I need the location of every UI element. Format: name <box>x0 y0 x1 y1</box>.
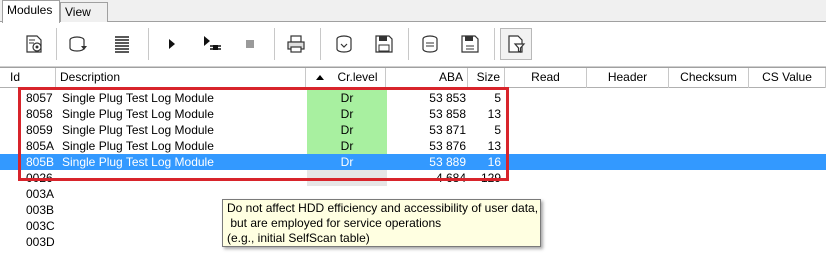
print-icon <box>287 35 305 53</box>
row-aba: 53 876 <box>429 139 466 153</box>
row-aba: 53 889 <box>429 155 466 169</box>
tooltip: Do not affect HDD efficiency and accessi… <box>222 199 541 247</box>
table-row[interactable]: 0026 4 684 129 <box>0 170 826 186</box>
toolbar-separator <box>274 28 275 60</box>
table-header: Id Description Cr.level ABA Size Read He… <box>0 68 826 88</box>
stop-icon <box>246 40 254 48</box>
column-header-size[interactable]: Size <box>468 68 505 88</box>
toolbar-separator <box>320 28 321 60</box>
row-description: Single Plug Test Log Module <box>62 123 214 137</box>
row-id: 003D <box>26 235 55 249</box>
row-aba: 4 684 <box>435 171 466 185</box>
module-settings-icon <box>26 35 42 53</box>
row-cr-level: Dr <box>340 155 354 169</box>
toolbar-separator <box>56 28 57 60</box>
row-id: 003A <box>26 187 55 201</box>
row-cr-level: Dr <box>340 91 354 105</box>
row-cr-level <box>307 170 387 186</box>
tooltip-line: Do not affect HDD efficiency and accessi… <box>227 201 539 215</box>
toolbar-separator <box>408 28 409 60</box>
step-run-button[interactable] <box>196 28 228 60</box>
step-run-icon <box>204 36 221 50</box>
column-header-description[interactable]: Description <box>56 68 306 88</box>
tab-bar: Modules View <box>0 0 826 23</box>
read-disk-button[interactable] <box>328 28 360 60</box>
row-size: 129 <box>480 171 501 185</box>
save-disk-alt-icon <box>461 35 479 53</box>
save-disk-alt-button[interactable] <box>454 28 486 60</box>
stop-button[interactable] <box>234 28 266 60</box>
filter-button[interactable] <box>500 28 532 60</box>
save-disk-icon <box>375 35 393 53</box>
row-size: 13 <box>487 139 501 153</box>
column-header-cs-value[interactable]: CS Value <box>749 68 826 88</box>
row-size: 5 <box>494 123 501 137</box>
sort-ascending-icon[interactable] <box>316 75 324 80</box>
row-size: 5 <box>494 91 501 105</box>
table-row[interactable]: 805A Single Plug Test Log Module Dr 53 876 1… <box>0 138 826 154</box>
column-header-aba[interactable]: ABA <box>386 68 468 88</box>
tab-modules[interactable]: Modules <box>2 0 60 23</box>
row-id: 8058 <box>26 107 53 121</box>
toolbar-separator <box>494 28 495 60</box>
row-description: Single Plug Test Log Module <box>62 107 214 121</box>
row-id: 003C <box>26 219 55 233</box>
load-module-button[interactable] <box>62 28 94 60</box>
read-disk-alt-icon <box>422 35 438 53</box>
row-id: 805A <box>26 139 55 153</box>
column-header-read[interactable]: Read <box>505 68 587 88</box>
row-size: 13 <box>487 107 501 121</box>
play-icon <box>169 39 175 49</box>
row-aba: 53 871 <box>429 123 466 137</box>
table-row[interactable]: 8058 Single Plug Test Log Module Dr 53 858 1… <box>0 106 826 122</box>
tooltip-line: (e.g., initial SelfScan table) <box>227 231 370 245</box>
tooltip-line: but are employed for service operations <box>227 216 442 230</box>
row-description <box>62 170 302 186</box>
tab-view[interactable]: View <box>60 2 108 22</box>
row-aba: 53 858 <box>429 107 466 121</box>
row-id: 8059 <box>26 123 53 137</box>
module-settings-button[interactable] <box>18 28 50 60</box>
save-disk-button[interactable] <box>368 28 400 60</box>
row-size: 16 <box>487 155 501 169</box>
toolbar <box>0 22 826 67</box>
table-row[interactable]: 8057 Single Plug Test Log Module Dr 53 853 5 <box>0 90 826 106</box>
read-disk-alt-button[interactable] <box>414 28 446 60</box>
row-aba: 53 853 <box>429 91 466 105</box>
list-icon <box>115 36 129 53</box>
play-button[interactable] <box>156 28 188 60</box>
row-cr-level: Dr <box>340 123 354 137</box>
row-cr-level: Dr <box>340 107 354 121</box>
filter-icon <box>508 35 526 53</box>
print-button[interactable] <box>280 28 312 60</box>
table-row[interactable]: 8059 Single Plug Test Log Module Dr 53 871 5 <box>0 122 826 138</box>
load-module-icon <box>69 36 87 52</box>
read-disk-icon <box>336 35 352 53</box>
row-id: 0026 <box>26 171 53 185</box>
list-button[interactable] <box>106 28 138 60</box>
row-id: 805B <box>26 155 55 169</box>
row-cr-level: Dr <box>340 139 354 153</box>
column-header-checksum[interactable]: Checksum <box>669 68 749 88</box>
row-description: Single Plug Test Log Module <box>62 155 214 169</box>
toolbar-separator <box>148 28 149 60</box>
row-description: Single Plug Test Log Module <box>62 139 214 153</box>
row-id: 003B <box>26 203 55 217</box>
table-row[interactable]: 805B Single Plug Test Log Module Dr 53 889 1… <box>0 154 826 170</box>
column-header-id[interactable]: Id <box>6 68 56 88</box>
column-header-header[interactable]: Header <box>587 68 669 88</box>
row-description: Single Plug Test Log Module <box>62 91 214 105</box>
row-id: 8057 <box>26 91 53 105</box>
